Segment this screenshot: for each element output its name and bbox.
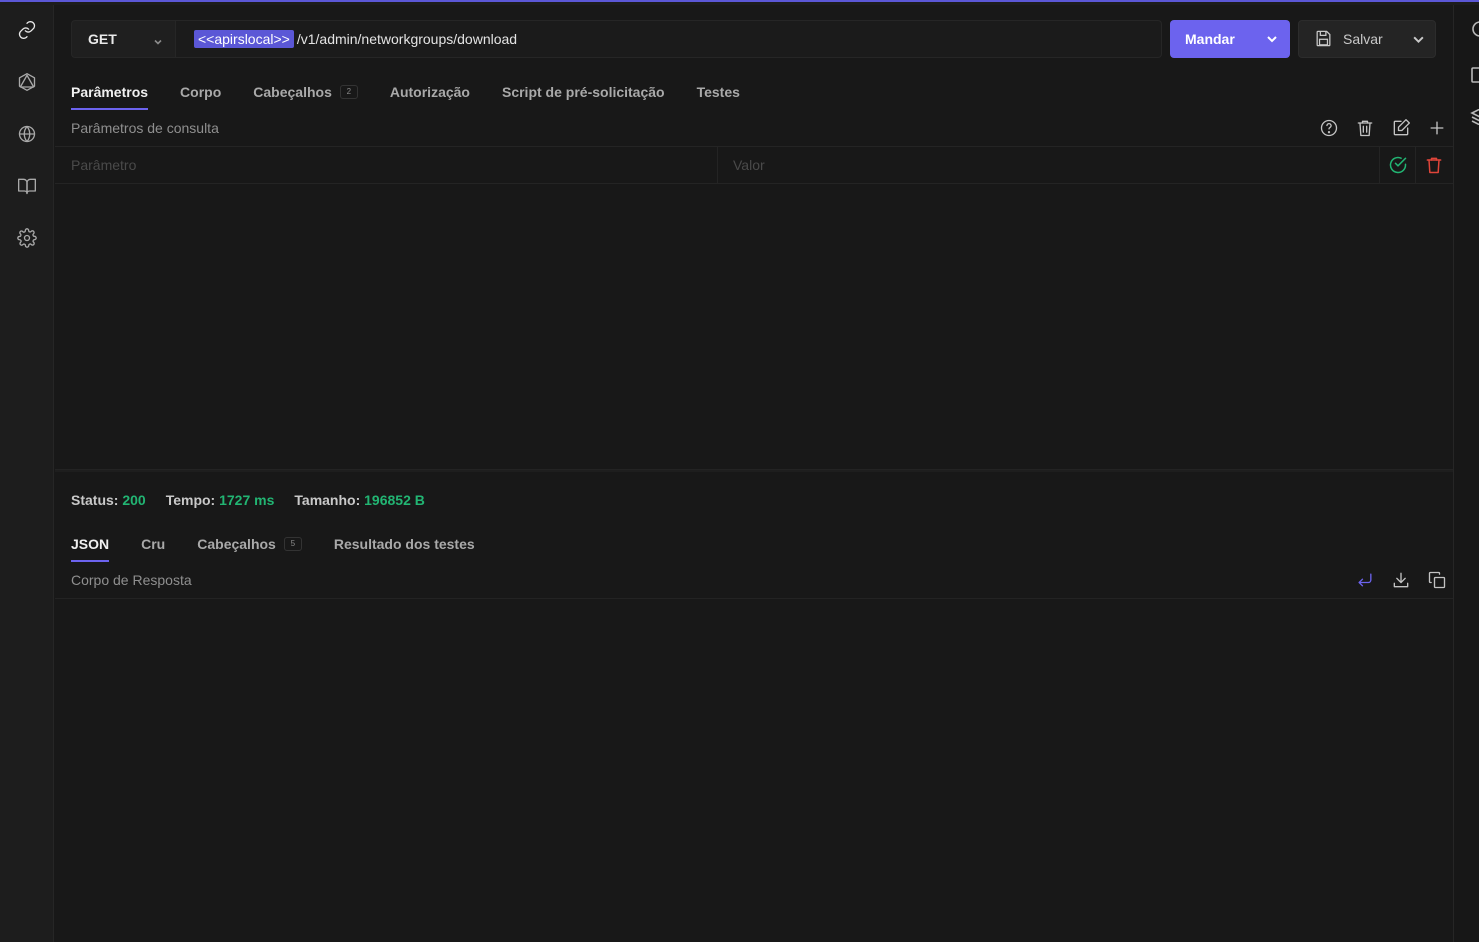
params-toolbar (1304, 117, 1448, 139)
link-icon[interactable] (15, 18, 39, 42)
edit-icon[interactable] (1390, 117, 1412, 139)
plus-icon[interactable] (1426, 117, 1448, 139)
tab-cabecalhos[interactable]: Cabeçalhos 2 (253, 84, 358, 110)
book-icon[interactable] (15, 174, 39, 198)
send-button-label: Mandar (1185, 31, 1235, 47)
circle-icon[interactable] (1470, 21, 1479, 37)
tab-label: Autorização (389, 84, 470, 100)
status-code: Status: 200 (71, 492, 146, 508)
response-body-title: Corpo de Resposta (71, 572, 192, 588)
tab-parametros[interactable]: Parâmetros (71, 84, 149, 110)
tab-label: Testes (696, 84, 740, 100)
panel-resize-handle[interactable] (55, 469, 1453, 472)
tab-response-headers[interactable]: Cabeçalhos 5 (197, 536, 302, 562)
url-path: /v1/admin/networkgroups/download (296, 31, 518, 47)
panel-icon[interactable] (1470, 67, 1479, 83)
wrap-lines-icon[interactable] (1354, 569, 1376, 591)
tab-label: Cabeçalhos (253, 84, 332, 100)
response-body-area[interactable] (55, 598, 1453, 599)
param-row: Parâmetro Valor (55, 146, 1453, 184)
url-input[interactable]: <<apirslocal>> /v1/admin/networkgroups/d… (176, 20, 1162, 58)
response-time: Tempo: 1727 ms (166, 492, 275, 508)
tab-label: JSON (71, 536, 110, 552)
url-variable-tag[interactable]: <<apirslocal>> (194, 30, 294, 48)
tab-label: Parâmetros (71, 84, 149, 100)
request-tabs: Parâmetros Corpo Cabeçalhos 2 Autorização… (71, 84, 772, 110)
save-button[interactable]: Salvar (1298, 20, 1436, 58)
download-icon[interactable] (1390, 569, 1412, 591)
tab-label: Resultado dos testes (333, 536, 475, 552)
delete-row-icon[interactable] (1415, 147, 1451, 183)
param-key-input[interactable]: Parâmetro (71, 147, 716, 183)
copy-icon[interactable] (1426, 569, 1448, 591)
tab-label: Corpo (180, 84, 222, 100)
response-size: Tamanho: 196852 B (294, 492, 424, 508)
response-toolbar (1340, 569, 1448, 591)
tab-json[interactable]: JSON (71, 536, 110, 562)
response-status-bar: Status: 200 Tempo: 1727 ms Tamanho: 1968… (71, 492, 445, 508)
tab-test-results[interactable]: Resultado dos testes (334, 536, 475, 562)
size-value: 196852 B (364, 492, 425, 508)
method-select[interactable]: GET (71, 20, 176, 58)
tab-label: Cru (141, 536, 166, 552)
time-value: 1727 ms (219, 492, 275, 508)
status-label: Status: (71, 492, 119, 508)
trash-icon[interactable] (1354, 117, 1376, 139)
param-value-input[interactable]: Valor (717, 147, 1377, 183)
send-options-chevron-icon[interactable] (1254, 20, 1290, 58)
tab-cru[interactable]: Cru (141, 536, 165, 562)
graphql-icon[interactable] (15, 70, 39, 94)
tab-testes[interactable]: Testes (697, 84, 740, 110)
tab-label: Script de pré-solicitação (501, 84, 665, 100)
save-icon (1314, 29, 1334, 49)
check-circle-icon[interactable] (1379, 147, 1415, 183)
count-badge: 2 (339, 85, 358, 99)
settings-icon[interactable] (15, 226, 39, 250)
response-tabs: JSON Cru Cabeçalhos 5 Resultado dos teste… (71, 536, 507, 562)
right-side-strip (1453, 5, 1479, 942)
help-icon[interactable] (1318, 117, 1340, 139)
status-value: 200 (122, 492, 146, 508)
chevron-down-icon (153, 34, 163, 50)
method-label: GET (88, 31, 117, 47)
tab-autorizacao[interactable]: Autorização (390, 84, 470, 110)
count-badge: 5 (283, 537, 302, 551)
request-panel: GET <<apirslocal>> /v1/admin/networkgrou… (55, 5, 1453, 942)
tab-corpo[interactable]: Corpo (180, 84, 221, 110)
tab-label: Cabeçalhos (197, 536, 276, 552)
send-button[interactable]: Mandar (1170, 20, 1290, 58)
size-label: Tamanho: (294, 492, 361, 508)
globe-icon[interactable] (15, 122, 39, 146)
time-label: Tempo: (165, 492, 216, 508)
save-options-chevron-icon[interactable] (1412, 33, 1425, 49)
save-button-label: Salvar (1343, 31, 1383, 47)
query-params-title: Parâmetros de consulta (71, 120, 219, 136)
layers-icon[interactable] (1470, 108, 1479, 126)
tab-script[interactable]: Script de pré-solicitação (502, 84, 665, 110)
sidebar-rail (0, 5, 54, 942)
